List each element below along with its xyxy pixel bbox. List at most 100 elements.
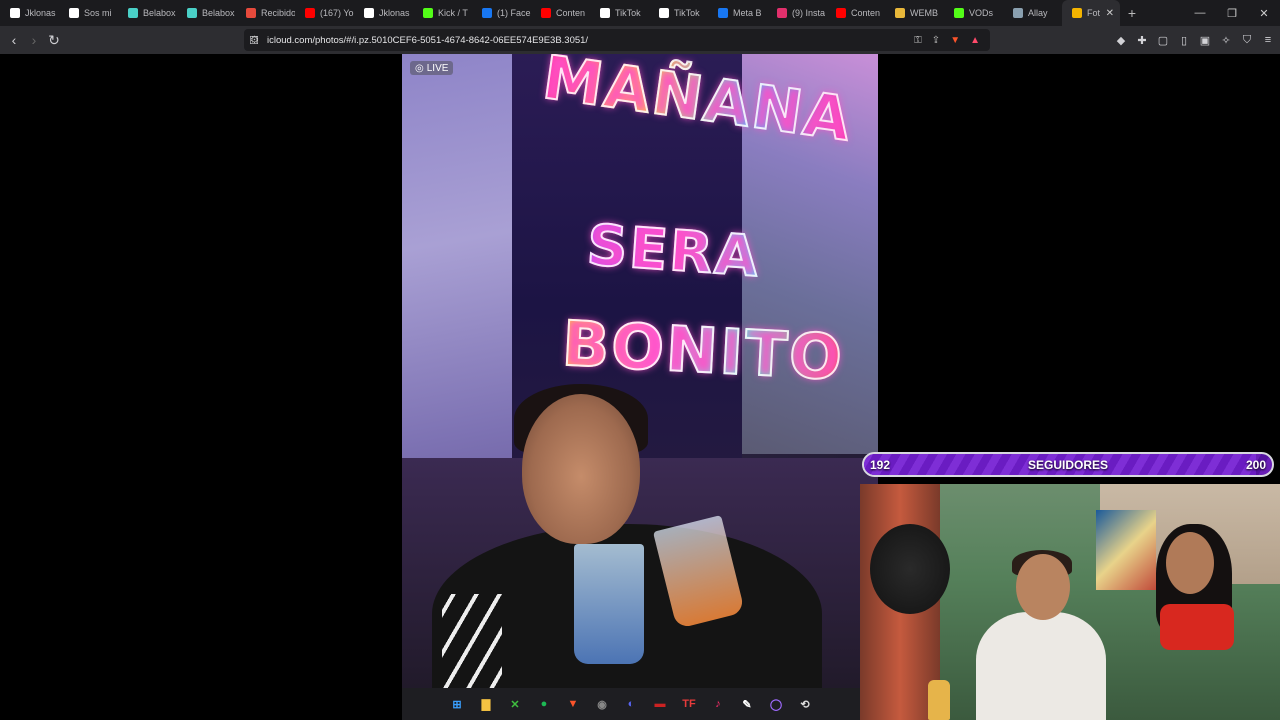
tab-label: Conten xyxy=(851,8,881,18)
icloud-photo[interactable]: MAÑANA SERA BONITO ◎ LIVE xyxy=(402,54,878,688)
browser-tab[interactable]: WEMB xyxy=(885,0,944,26)
menu-icon[interactable]: ≡ xyxy=(1262,30,1274,50)
fan xyxy=(870,524,950,614)
vpn-icon[interactable]: ⛉ xyxy=(1241,30,1253,50)
tab-strip: Jklonas Sos mi Belabox Belabox Recibido (167)… xyxy=(0,0,1280,26)
follower-goal-bar: 192 SEGUIDORES 200 xyxy=(862,452,1274,477)
browser-tab[interactable]: (9) Insta xyxy=(767,0,826,26)
leo-ai-icon[interactable]: ✧ xyxy=(1220,30,1232,50)
browser-tab[interactable]: Conten xyxy=(531,0,590,26)
address-bar[interactable]: ⚙ icloud.com/photos/#/i.pz.5010CEF6-5051… xyxy=(244,29,990,51)
close-tab-icon[interactable]: ✕ xyxy=(1106,8,1114,19)
tab-label: WEMB xyxy=(910,8,938,18)
share-icon[interactable]: ⇪ xyxy=(932,35,940,46)
youtube-icon xyxy=(541,8,551,18)
jacket-stripes xyxy=(442,594,502,688)
bookmark-icon[interactable]: ☐ xyxy=(244,30,264,50)
wallet2-icon[interactable]: ▣ xyxy=(1199,30,1211,50)
tab-label: Fot xyxy=(1087,8,1101,18)
new-tab-button[interactable]: + xyxy=(1120,0,1144,26)
bottle xyxy=(928,680,950,720)
browser-tab[interactable]: Belabox xyxy=(177,0,236,26)
photos-icon xyxy=(1072,8,1082,18)
tab-label: VODs xyxy=(969,8,994,18)
tiktok-live-icon[interactable]: ♪ xyxy=(708,694,728,714)
youtube-icon xyxy=(305,8,315,18)
obs-icon[interactable]: ◉ xyxy=(592,694,612,714)
xbox-icon[interactable]: ✕ xyxy=(505,694,525,714)
streamlabs-icon[interactable]: ▬ xyxy=(650,694,670,714)
restore-icon[interactable]: ❐ xyxy=(1216,0,1248,26)
guest-head xyxy=(1166,532,1214,594)
tab-search-icon[interactable]: ▢ xyxy=(1157,30,1169,50)
minimize-icon[interactable]: — xyxy=(1184,0,1216,26)
window-controls: — ❐ ✕ xyxy=(1184,0,1280,26)
browser-tab[interactable]: Belabox xyxy=(118,0,177,26)
allay-icon xyxy=(1013,8,1023,18)
browser-tab[interactable]: Recibido xyxy=(236,0,295,26)
belabox-icon xyxy=(187,8,197,18)
live-icon: ◎ xyxy=(415,62,424,74)
browser-tab[interactable]: (167) Yo xyxy=(295,0,354,26)
tab-label: Jklonas xyxy=(379,8,410,18)
tab-label: TikTok xyxy=(615,8,641,18)
discord-icon[interactable]: ◐ xyxy=(621,694,641,714)
tab-label: (167) Yo xyxy=(320,8,354,18)
youtube-icon xyxy=(836,8,846,18)
follower-goal-target: 200 xyxy=(1245,457,1266,472)
tab-label: Sos mi xyxy=(84,8,112,18)
tiktok-icon xyxy=(364,8,374,18)
tab-label: TikTok xyxy=(674,8,700,18)
spotify-icon[interactable]: ● xyxy=(534,694,554,714)
wallet-icon[interactable]: ◆ xyxy=(1115,30,1127,50)
streamer-head xyxy=(1016,554,1070,620)
brave-rewards-icon[interactable]: ▲ xyxy=(970,35,980,46)
browser-tab[interactable]: VODs xyxy=(944,0,1003,26)
meta-icon xyxy=(718,8,728,18)
browser-tab[interactable]: Kick / T xyxy=(413,0,472,26)
reload-icon[interactable]: ↻ xyxy=(44,30,64,50)
extensions-icon[interactable]: ✚ xyxy=(1136,30,1148,50)
browser-tab[interactable]: Fot ✕ xyxy=(1062,0,1120,26)
neon-sign-line-2: SERA xyxy=(584,212,763,291)
password-key-icon[interactable]: ⚿ xyxy=(914,35,922,46)
brave-icon[interactable]: ▼ xyxy=(563,694,583,714)
tab-label: Meta B xyxy=(733,8,762,18)
browser-tab[interactable]: Allay xyxy=(1003,0,1062,26)
tab-label: Kick / T xyxy=(438,8,468,18)
drink-cup-blue xyxy=(574,544,644,664)
browser-tab[interactable]: TikTok xyxy=(649,0,708,26)
circle-app-icon[interactable]: ◯ xyxy=(766,694,786,714)
browser-tab[interactable]: Sos mi xyxy=(59,0,118,26)
neon-sign-line-3: BONITO xyxy=(559,306,846,396)
sidebar-icon[interactable]: ▯ xyxy=(1178,30,1190,50)
taskbar: ⊞ ▇ ✕ ● ▼ ◉ ◐ ▬ TF ♪ ✎ ◯ ⟲ xyxy=(402,688,860,720)
url-text: icloud.com/photos/#/i.pz.5010CEF6-5051-4… xyxy=(266,34,589,46)
tab-label: Recibido xyxy=(261,8,295,18)
windows-start-icon[interactable]: ⊞ xyxy=(447,694,467,714)
pen-icon[interactable]: ✎ xyxy=(737,694,757,714)
browser-tab[interactable]: Jklonas xyxy=(0,0,59,26)
close-window-icon[interactable]: ✕ xyxy=(1248,0,1280,26)
live-photo-badge[interactable]: ◎ LIVE xyxy=(410,61,454,75)
kick-icon xyxy=(423,8,433,18)
browser-tab[interactable]: Meta B xyxy=(708,0,767,26)
person-head xyxy=(522,394,640,544)
tf-icon[interactable]: TF xyxy=(679,694,699,714)
browser-tab[interactable]: TikTok xyxy=(590,0,649,26)
guest-top xyxy=(1160,604,1234,650)
back-app-icon[interactable]: ⟲ xyxy=(795,694,815,714)
browser-tab[interactable]: Jklonas xyxy=(354,0,413,26)
forward-icon[interactable]: › xyxy=(24,30,44,50)
brave-shields-icon[interactable]: ▼ xyxy=(950,35,960,46)
file-explorer-icon[interactable]: ▇ xyxy=(476,694,496,714)
browser-tab[interactable]: (1) Face xyxy=(472,0,531,26)
tab-label: Allay xyxy=(1028,8,1048,18)
tab-label: Belabox xyxy=(202,8,235,18)
tab-label: (9) Insta xyxy=(792,8,826,18)
back-icon[interactable]: ‹ xyxy=(4,30,24,50)
github-icon xyxy=(69,8,79,18)
live-label: LIVE xyxy=(426,62,449,74)
tab-label: Belabox xyxy=(143,8,176,18)
browser-tab[interactable]: Conten xyxy=(826,0,885,26)
